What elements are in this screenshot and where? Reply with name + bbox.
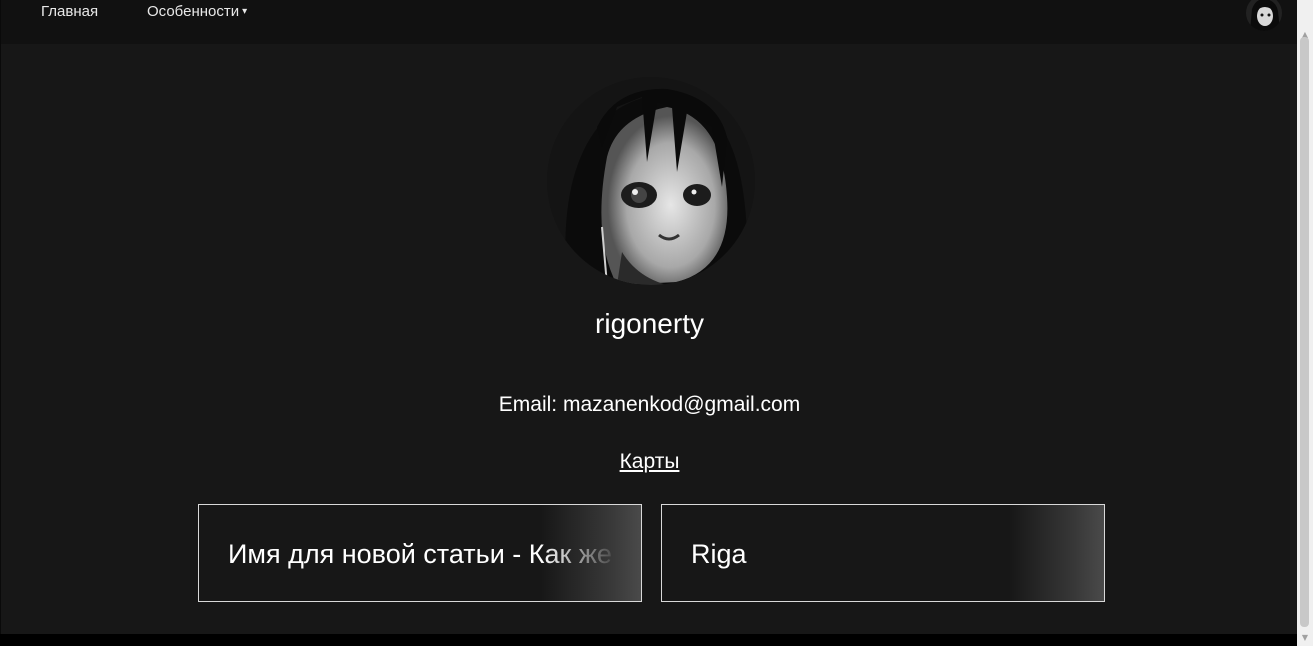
page: Главная Особенности ▾ rigonerty Email: m… xyxy=(0,0,1298,634)
card-fade-overlay xyxy=(1009,505,1104,601)
nav-features-dropdown[interactable]: Особенности ▾ xyxy=(147,3,247,20)
scroll-thumb[interactable] xyxy=(1300,37,1309,627)
cards-link-wrapper: Карты xyxy=(1,450,1298,474)
chevron-down-icon: ▾ xyxy=(242,6,248,17)
nav-home-link[interactable]: Главная xyxy=(41,3,98,20)
profile-avatar-icon xyxy=(547,77,755,285)
email-text: Email: mazanenkod@gmail.com xyxy=(498,393,801,416)
card-fade-overlay xyxy=(541,505,641,601)
article-card[interactable]: Имя для новой статьи - Как же xyxy=(198,504,642,602)
top-nav: Главная Особенности ▾ xyxy=(1,0,1298,44)
cards-link[interactable]: Карты xyxy=(620,450,680,473)
article-card[interactable]: Riga xyxy=(661,504,1105,602)
scroll-down-arrow-icon[interactable]: ▼ xyxy=(1297,630,1313,646)
nav-features-label: Особенности xyxy=(147,3,240,20)
username: rigonerty xyxy=(595,308,704,339)
vertical-scrollbar[interactable]: ▲ ▼ xyxy=(1297,0,1313,646)
article-card-title: Riga xyxy=(691,539,747,569)
user-avatar-icon[interactable] xyxy=(1246,0,1282,31)
